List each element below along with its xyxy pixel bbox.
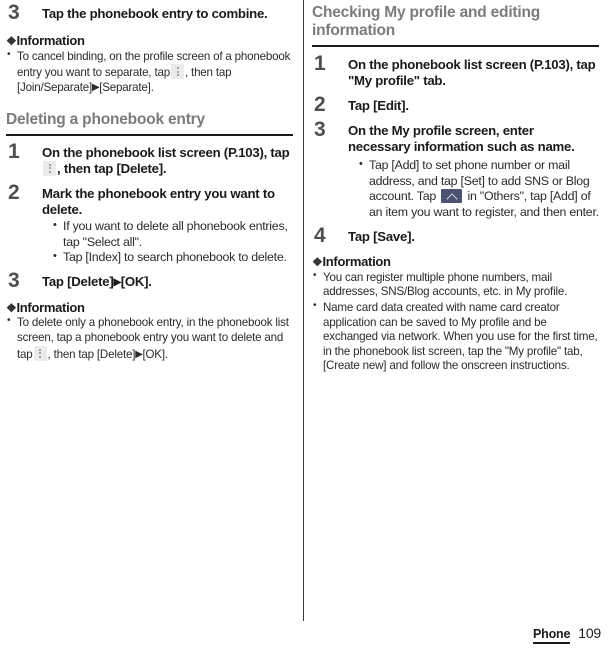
list-item: Name card data created with name card cr… (312, 300, 599, 374)
step-1-delete: 1 On the phonebook list screen (P.103), … (6, 141, 293, 177)
overflow-menu-icon[interactable] (33, 345, 47, 361)
step-4-tap-save: 4 Tap [Save]. (312, 225, 599, 246)
step-3-combine: 3 Tap the phonebook entry to combine. (6, 2, 293, 23)
triangle-right-icon: ▶ (113, 276, 122, 288)
footer-chapter-label: Phone (533, 627, 570, 644)
list-item: Tap [Add] to set phone number or mail ad… (358, 158, 599, 220)
information-marker-icon: ❖ (6, 34, 17, 49)
info-text-part3: [OK]. (142, 347, 168, 361)
information-label: Information (16, 33, 85, 49)
page-footer: Phone 109 (533, 625, 601, 644)
list-item: If you want to delete all phonebook entr… (52, 219, 293, 250)
step-number: 3 (8, 1, 20, 24)
step-number: 4 (314, 224, 326, 248)
step-bullets: Tap [Add] to set phone number or mail ad… (348, 158, 599, 220)
list-item: To cancel binding, on the profile screen… (6, 49, 293, 96)
step-1-my-profile-tab: 1 On the phonebook list screen (P.103), … (312, 53, 599, 89)
information-marker-icon: ❖ (312, 255, 323, 270)
section-heading-my-profile: Checking My profile and editing informat… (312, 4, 541, 40)
information-heading: ❖Information (6, 300, 293, 316)
step-title-part1: On the phonebook list screen (P.103), ta… (42, 144, 290, 160)
overflow-menu-icon[interactable] (43, 160, 56, 176)
step-title-part1: Tap [Delete] (42, 273, 114, 289)
step-number: 2 (314, 92, 326, 116)
overflow-menu-icon[interactable] (171, 64, 184, 80)
information-heading: ❖Information (312, 254, 599, 270)
step-2-mark: 2 Mark the phonebook entry you want to d… (6, 182, 293, 266)
step-number: 3 (314, 117, 326, 141)
step-2-tap-edit: 2 Tap [Edit]. (312, 94, 599, 115)
list-item: To delete only a phonebook entry, in the… (6, 315, 293, 362)
information-marker-icon: ❖ (6, 300, 17, 315)
information-list: You can register multiple phone numbers,… (312, 270, 599, 374)
info-text-part2: , then tap [Delete] (47, 347, 136, 361)
step-title: On the phonebook list screen (P.103), ta… (348, 56, 596, 88)
section-rule (6, 133, 293, 136)
column-divider (303, 0, 304, 621)
step-3-delete-ok: 3 Tap [Delete]▶[OK]. (6, 270, 293, 291)
manual-page: 3 Tap the phonebook entry to combine. ❖I… (0, 0, 609, 648)
step-title-part2: , then tap [Delete]. (57, 160, 167, 176)
information-label: Information (322, 254, 391, 270)
right-column: Checking My profile and editing informat… (312, 0, 599, 375)
information-list-top: To cancel binding, on the profile screen… (6, 49, 293, 96)
information-heading: ❖Information (6, 33, 293, 49)
section-rule (312, 44, 599, 47)
step-3-enter-info: 3 On the My profile screen, enter necess… (312, 119, 599, 220)
step-title-part2: [OK]. (120, 273, 152, 289)
step-number: 3 (8, 268, 20, 292)
step-title: Tap [Delete]▶[OK]. (42, 274, 293, 290)
step-title: On the My profile screen, enter necessar… (348, 122, 575, 154)
step-title: Tap [Edit]. (348, 97, 409, 113)
information-list-bottom: To delete only a phonebook entry, in the… (6, 315, 293, 362)
step-title: Tap [Save]. (348, 229, 415, 245)
step-bullets: If you want to delete all phonebook entr… (42, 219, 293, 266)
list-item: You can register multiple phone numbers,… (312, 270, 599, 300)
step-title: Tap the phonebook entry to combine. (42, 6, 268, 21)
step-number: 2 (8, 180, 20, 204)
step-number: 1 (8, 139, 20, 163)
left-column: 3 Tap the phonebook entry to combine. ❖I… (6, 0, 293, 363)
info-text-part3: [Separate]. (99, 80, 154, 94)
step-number: 1 (314, 51, 326, 75)
list-item: Tap [Index] to search phonebook to delet… (52, 250, 293, 266)
information-label: Information (16, 299, 85, 315)
info-text-part1: To cancel binding, on the profile screen… (17, 49, 291, 80)
chevron-up-icon[interactable] (441, 189, 463, 204)
step-title: On the phonebook list screen (P.103), ta… (42, 145, 293, 177)
step-title: Mark the phonebook entry you want to del… (42, 185, 275, 218)
section-heading-deleting: Deleting a phonebook entry (6, 111, 205, 129)
footer-page-number: 109 (578, 625, 601, 641)
